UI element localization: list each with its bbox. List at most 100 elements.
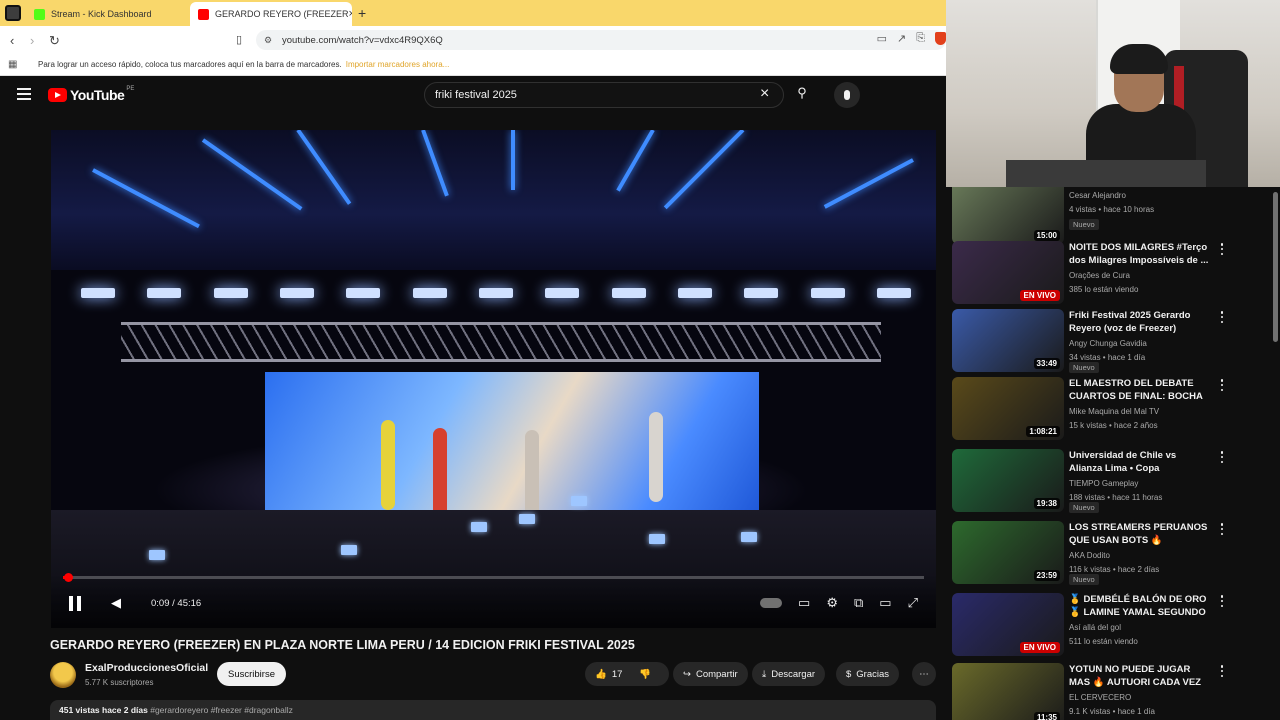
fullscreen-icon[interactable]: ⤢ [908, 595, 918, 611]
recommendation-title[interactable]: YOTUN NO PUEDE JUGAR MAS 🔥 AUTUORI CADA … [1069, 663, 1209, 689]
recommendation-title[interactable]: EL MAESTRO DEL DEBATE CUARTOS DE FINAL: … [1069, 377, 1209, 403]
subtitles-icon[interactable]: ▭ [798, 595, 810, 611]
bookmark-icon[interactable]: ▯ [236, 33, 242, 46]
more-options-icon[interactable] [1220, 451, 1224, 463]
recommendation-title[interactable]: Unidos O [1069, 187, 1209, 190]
site-info-icon[interactable]: ⚙ [264, 35, 272, 46]
share-button[interactable]: ↪ Compartir [673, 662, 748, 686]
recommendation-item[interactable]: 11:35 YOTUN NO PUEDE JUGAR MAS 🔥 AUTUORI … [952, 663, 1262, 720]
url-field[interactable]: ⚙ youtube.com/watch?v=vdxc4R9QX6Q ▭ ↗ ⎘ [256, 30, 946, 50]
voice-search-button[interactable] [834, 82, 860, 108]
description-box[interactable]: 451 vistas hace 2 días #gerardoreyero #f… [50, 700, 936, 720]
tab-youtube-video[interactable]: GERARDO REYERO (FREEZER × [190, 2, 352, 26]
subscribe-button[interactable]: Suscribirse [217, 662, 286, 686]
duration-badge: 23:59 [1033, 570, 1060, 581]
bookmarks-bar: ▦ Para lograr un acceso rápido, coloca t… [0, 54, 946, 76]
recommendation-item[interactable]: EN VIVO 🥇 DEMBÉLÉ BALÓN DE ORO 🥇 LAMINE Y… [952, 593, 1262, 657]
reload-icon[interactable]: ↻ [49, 33, 60, 49]
menu-icon[interactable] [17, 88, 31, 100]
clear-search-icon[interactable]: × [760, 86, 769, 102]
video-thumbnail[interactable]: 11:35 [952, 663, 1064, 720]
close-tab-icon[interactable]: × [349, 8, 352, 20]
extension-icon[interactable]: ⎘ [916, 32, 925, 45]
recommendation-channel[interactable]: Así allá del gol [1069, 623, 1121, 632]
video-thumbnail[interactable]: 23:59 [952, 521, 1064, 584]
channel-avatar[interactable] [50, 662, 76, 688]
tab-kick-dashboard[interactable]: Stream - Kick Dashboard [26, 2, 190, 26]
video-thumbnail[interactable]: 1:08:21 [952, 377, 1064, 440]
video-thumbnail[interactable]: EN VIVO [952, 241, 1064, 304]
stage-lights [81, 288, 911, 302]
hashtags[interactable]: #gerardoreyero #freezer #dragonballz [150, 705, 293, 715]
download-button[interactable]: ⤓ Descargar [752, 662, 826, 686]
channel-name[interactable]: ExalProduccionesOficial [85, 662, 208, 674]
like-icon[interactable]: 👍 [595, 669, 607, 680]
brave-shield-icon[interactable] [935, 32, 946, 45]
phone-light [571, 496, 587, 506]
recommendation-item[interactable]: EN VIVO NOITE DOS MILAGRES #Terço dos Mil… [952, 241, 1262, 305]
more-actions-button[interactable]: ⋯ [912, 662, 936, 686]
more-options-icon[interactable] [1220, 243, 1224, 255]
cast-icon[interactable]: ▭ [877, 32, 887, 45]
more-icon: ⋯ [919, 668, 929, 680]
browser-app-icon[interactable] [5, 5, 21, 21]
like-count[interactable]: 17 [612, 669, 623, 680]
video-thumbnail[interactable]: 33:49 [952, 309, 1064, 372]
video-thumbnail[interactable]: 19:38 [952, 449, 1064, 512]
video-thumbnail[interactable]: EN VIVO [952, 593, 1064, 656]
back-icon[interactable]: ‹ [10, 33, 14, 48]
sidebar-scrollbar[interactable] [1273, 192, 1278, 342]
recommendation-channel[interactable]: EL CERVECERO [1069, 693, 1131, 702]
dislike-icon[interactable]: 👎 [639, 669, 651, 680]
duration-badge: 1:08:21 [1026, 426, 1060, 437]
kick-favicon-icon [34, 8, 45, 20]
recommendation-channel[interactable]: Cesar Alejandro [1069, 191, 1126, 200]
recommendation-item[interactable]: 19:38 Universidad de Chile vs Alianza Lim… [952, 449, 1262, 513]
recommendation-title[interactable]: NOITE DOS MILAGRES #Terço dos Milagres I… [1069, 241, 1209, 267]
search-input[interactable]: friki festival 2025 [424, 82, 784, 108]
recommendation-title[interactable]: 🥇 DEMBÉLÉ BALÓN DE ORO 🥇 LAMINE YAMAL SE… [1069, 593, 1209, 619]
pause-button[interactable] [69, 596, 85, 612]
apps-grid-icon[interactable]: ▦ [8, 59, 17, 70]
settings-icon[interactable]: ⚙ [826, 595, 838, 611]
recommendation-channel[interactable]: Mike Maquina del Mal TV [1069, 407, 1159, 416]
video-player[interactable]: ◀ 0:09 / 45:16 ▭ ⚙ ⧉ ▭ ⤢ [51, 130, 936, 628]
autoplay-toggle[interactable] [760, 598, 783, 608]
more-options-icon[interactable] [1220, 665, 1224, 677]
share-arrow-icon: ↪ [683, 668, 691, 680]
recommendation-title[interactable]: Friki Festival 2025 Gerardo Reyero (voz … [1069, 309, 1209, 335]
recommendation-item[interactable]: 15:00 Unidos OCesar Alejandro 4 vistas • h… [952, 187, 1262, 245]
thanks-button[interactable]: $ Gracias [836, 662, 900, 686]
recommendation-channel[interactable]: Orações de Cura [1069, 271, 1130, 280]
share-icon[interactable]: ↗ [897, 32, 906, 45]
more-options-icon[interactable] [1220, 379, 1224, 391]
thanks-icon: $ [846, 668, 852, 680]
recommendation-channel[interactable]: TIEMPO Gameplay [1069, 479, 1138, 488]
new-tab-button[interactable]: + [358, 5, 366, 21]
recommendation-stats: 9.1 K vistas • hace 1 día [1069, 707, 1155, 716]
recommendation-title[interactable]: LOS STREAMERS PERUANOS QUE USAN BOTS 🔥 F… [1069, 521, 1209, 547]
recommendation-item[interactable]: 23:59 LOS STREAMERS PERUANOS QUE USAN BOT… [952, 521, 1262, 585]
more-options-icon[interactable] [1220, 523, 1224, 535]
miniplayer-icon[interactable]: ⧉ [854, 595, 863, 611]
recommendation-title[interactable]: Universidad de Chile vs Alianza Lima • C… [1069, 449, 1209, 475]
youtube-logo[interactable]: YouTube PE [48, 86, 134, 103]
tab-label: GERARDO REYERO (FREEZER [215, 9, 349, 19]
import-bookmarks-link[interactable]: Importar marcadores ahora... [346, 60, 450, 69]
volume-icon[interactable]: ◀ [111, 595, 121, 611]
recommendation-channel[interactable]: Angy Chunga Gavidia [1069, 339, 1147, 348]
more-options-icon[interactable] [1220, 311, 1224, 323]
theater-mode-icon[interactable]: ▭ [879, 595, 891, 611]
recommendation-item[interactable]: 1:08:21 EL MAESTRO DEL DEBATE CUARTOS DE … [952, 377, 1262, 441]
video-frame [51, 130, 936, 628]
recommendation-stats: 34 vistas • hace 1 día [1069, 353, 1146, 362]
forward-icon[interactable]: › [30, 33, 34, 48]
recommendation-item[interactable]: 33:49 Friki Festival 2025 Gerardo Reyero … [952, 309, 1262, 373]
more-options-icon[interactable] [1220, 595, 1224, 607]
phone-light [149, 550, 165, 560]
recommendation-channel[interactable]: AKA Dodito [1069, 551, 1110, 560]
video-thumbnail[interactable]: 15:00 [952, 187, 1064, 244]
progress-bar[interactable] [63, 573, 924, 582]
duration-badge: 19:38 [1033, 498, 1060, 509]
search-icon[interactable]: ⚲ [788, 85, 816, 105]
